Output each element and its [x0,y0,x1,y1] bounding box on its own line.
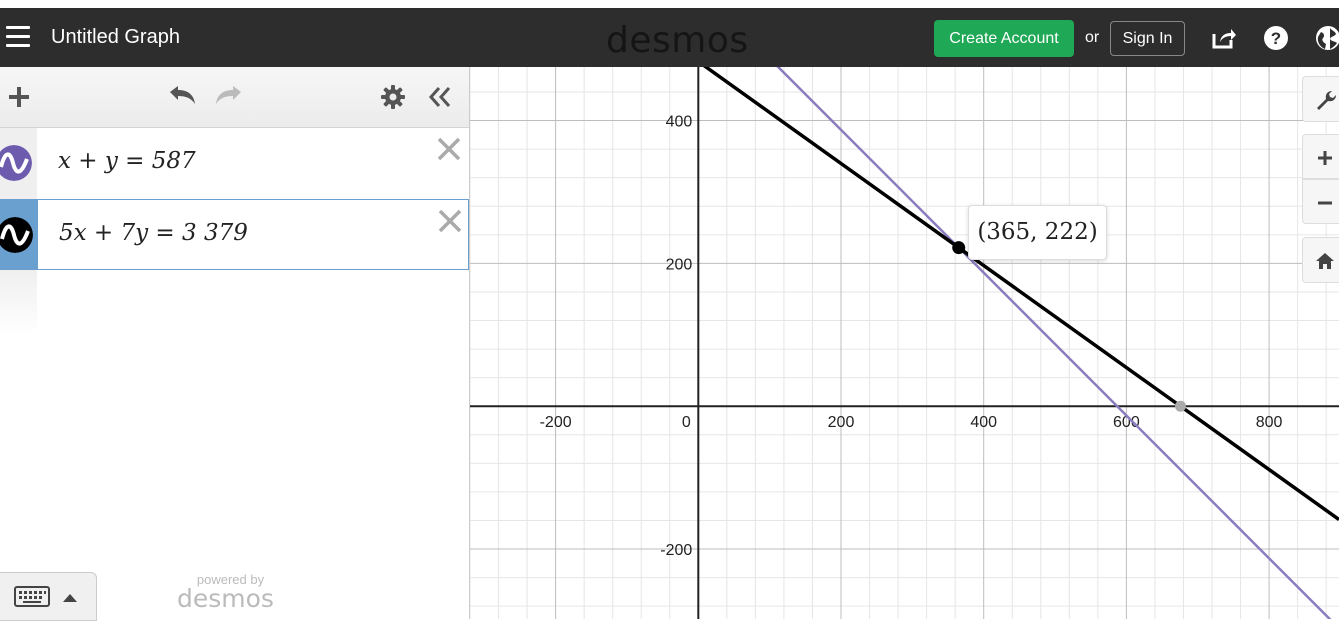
intersection-point [952,241,966,255]
grid-minor [470,67,1339,619]
new-expression-tab[interactable] [0,270,37,335]
globe-icon[interactable] [1315,25,1339,51]
line-5x-plus-7y-3379 [703,67,1339,521]
undo-icon[interactable] [166,84,198,108]
zoom-in-button[interactable] [1302,134,1339,179]
keyboard-icon [14,586,50,607]
menu-icon[interactable] [6,26,30,48]
desmos-logo: desmos [606,20,749,61]
delete-expression-icon[interactable] [436,136,462,162]
line-x-plus-y-587 [776,67,1332,619]
graph-settings-button[interactable] [1302,76,1339,122]
graph-canvas[interactable]: -200 0 200 400 600 800400200-200 [470,67,1339,619]
x-intercept-point [1174,400,1186,412]
x-tick-label: 200 [828,414,855,431]
plus-icon [1318,151,1332,165]
home-icon [1316,253,1334,269]
grid-major [470,67,1339,619]
settings-gear-icon[interactable] [380,84,406,110]
graph-title[interactable]: Untitled Graph [51,26,180,49]
powered-by-desmos: powered by desmos [177,572,274,611]
share-icon[interactable] [1211,25,1237,51]
create-account-button[interactable]: Create Account [934,20,1074,57]
zoom-out-button[interactable] [1302,179,1339,224]
y-tick-label: 400 [666,114,693,131]
axes [470,67,1339,619]
add-expression-icon[interactable] [6,84,32,110]
minus-icon [1318,201,1332,205]
expression-toolbar [0,67,469,128]
sign-in-button[interactable]: Sign In [1110,21,1185,56]
x-tick-label: 400 [970,414,997,431]
x-tick-label: -200 [540,414,572,431]
or-label: or [1085,29,1100,46]
svg-text:?: ? [1271,29,1281,48]
collapse-panel-icon[interactable] [426,84,454,110]
expression-row-2[interactable]: 5x + 7y = 3 379 [0,199,469,270]
y-tick-label: 200 [666,256,693,273]
delete-expression-icon[interactable] [437,208,463,234]
x-tick-label: 800 [1256,414,1283,431]
intersection-label: (365, 222) [968,205,1107,260]
y-tick-label: -200 [660,542,692,559]
default-view-button[interactable] [1302,237,1339,283]
redo-icon[interactable] [213,84,245,108]
header-bar: Untitled Graph desmos Create Account or … [0,8,1339,67]
caret-up-icon [63,594,77,602]
graph-points [952,241,1186,412]
x-tick-label: 0 [682,414,691,431]
expression-math[interactable]: x + y = 587 [58,148,196,174]
help-icon[interactable]: ? [1263,25,1289,51]
graph-lines [703,67,1339,619]
expression-row-1[interactable]: x + y = 587 [0,128,469,200]
wrench-icon [1317,91,1336,110]
top-strip [0,0,1339,8]
expression-math[interactable]: 5x + 7y = 3 379 [59,220,248,246]
powered-by-brand: desmos [177,584,274,613]
expression-panel: x + y = 587 5x + 7y = 3 379 powered by d… [0,67,470,621]
keypad-toggle-button[interactable] [0,572,97,621]
